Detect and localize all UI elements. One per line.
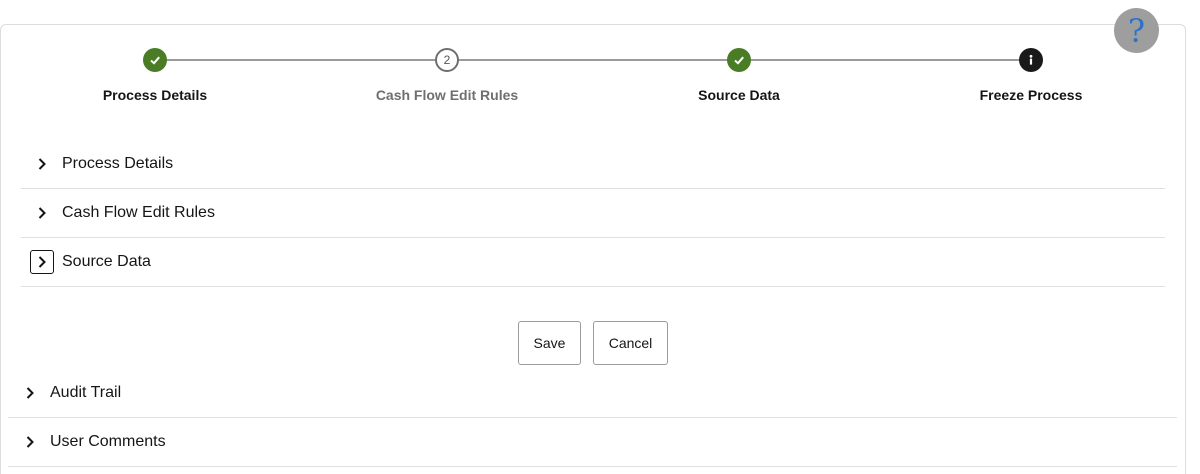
- train-stop-cash-flow-edit-rules[interactable]: 2: [435, 48, 459, 72]
- checkmark-icon: [734, 56, 744, 65]
- section-title: Process Details: [62, 155, 174, 172]
- section-source-data[interactable]: Source Data: [21, 238, 1165, 287]
- section-title: Cash Flow Edit Rules: [62, 204, 215, 221]
- chevron-right-icon[interactable]: [18, 430, 42, 454]
- step-number: 2: [443, 53, 451, 67]
- chevron-right-icon[interactable]: [30, 152, 54, 176]
- train-stop-process-details[interactable]: [143, 48, 167, 72]
- save-button[interactable]: Save: [518, 321, 581, 365]
- train-label-cash-flow-edit-rules[interactable]: Cash Flow Edit Rules: [347, 87, 547, 103]
- section-title: User Comments: [50, 433, 166, 450]
- train-label-source-data[interactable]: Source Data: [639, 87, 839, 103]
- train-label-process-details[interactable]: Process Details: [55, 87, 255, 103]
- chevron-right-icon[interactable]: [30, 201, 54, 225]
- train-label-freeze-process[interactable]: Freeze Process: [931, 87, 1131, 103]
- chevron-right-icon[interactable]: [30, 250, 54, 274]
- section-title: Source Data: [62, 253, 151, 270]
- info-icon: [1029, 54, 1033, 65]
- section-process-details[interactable]: Process Details: [21, 140, 1165, 189]
- train-stop-freeze-process[interactable]: [1019, 48, 1043, 72]
- chevron-right-icon[interactable]: [18, 381, 42, 405]
- section-audit-trail[interactable]: Audit Trail: [8, 369, 1177, 418]
- train-connector: [166, 59, 436, 61]
- train-connector: [458, 59, 728, 61]
- section-user-comments[interactable]: User Comments: [8, 418, 1177, 467]
- cancel-button[interactable]: Cancel: [593, 321, 668, 365]
- section-title: Audit Trail: [50, 384, 122, 401]
- train-connector: [750, 59, 1020, 61]
- help-icon[interactable]: ?: [1114, 8, 1159, 53]
- checkmark-icon: [150, 56, 160, 65]
- train-stop-source-data[interactable]: [727, 48, 751, 72]
- section-cash-flow-edit-rules[interactable]: Cash Flow Edit Rules: [21, 189, 1165, 238]
